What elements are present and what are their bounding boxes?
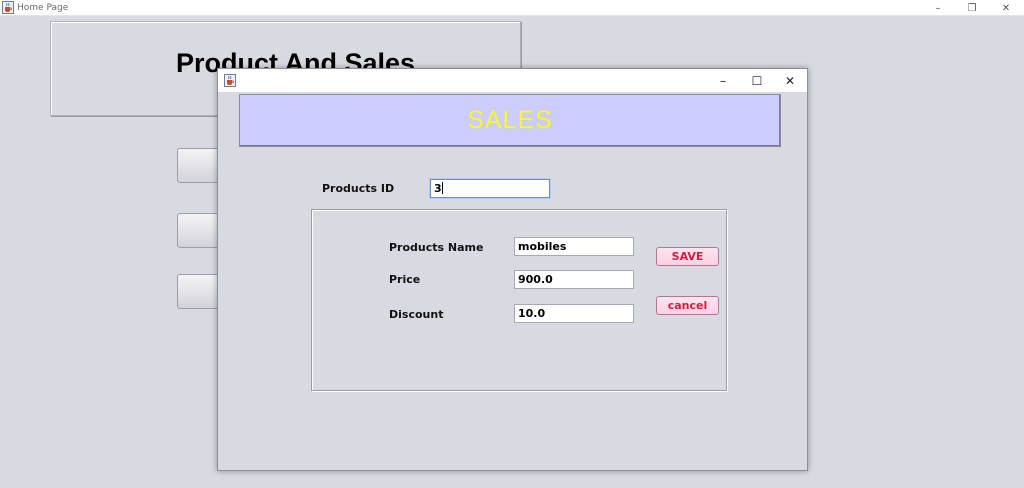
products-id-field[interactable]: 3 bbox=[430, 179, 550, 198]
dialog-maximize-button[interactable]: ☐ bbox=[740, 69, 774, 92]
text-caret bbox=[441, 182, 443, 194]
minimize-button[interactable]: – bbox=[923, 0, 953, 16]
price-label: Price bbox=[389, 273, 421, 286]
java-app-icon bbox=[224, 74, 236, 87]
restore-button[interactable]: ❐ bbox=[957, 0, 987, 16]
sales-dialog: – ☐ ✕ SALES Products ID 3 Products Name … bbox=[217, 68, 808, 471]
products-name-field[interactable]: mobiles bbox=[514, 237, 634, 256]
java-app-icon bbox=[2, 1, 14, 14]
discount-label: Discount bbox=[389, 308, 444, 321]
save-button[interactable]: SAVE bbox=[656, 247, 719, 266]
discount-field[interactable]: 10.0 bbox=[514, 304, 634, 323]
close-button[interactable]: ✕ bbox=[991, 0, 1021, 16]
sales-title: SALES bbox=[467, 106, 553, 134]
products-id-value: 3 bbox=[434, 182, 442, 195]
dialog-titlebar: – ☐ ✕ bbox=[218, 69, 807, 92]
cancel-button[interactable]: cancel bbox=[656, 296, 719, 315]
main-window-title: Home Page bbox=[17, 3, 69, 13]
main-window-titlebar: Home Page – ❐ ✕ bbox=[0, 0, 1024, 16]
sales-banner: SALES bbox=[239, 94, 781, 147]
products-id-label: Products ID bbox=[322, 182, 395, 195]
dialog-minimize-button[interactable]: – bbox=[706, 69, 740, 92]
products-name-label: Products Name bbox=[389, 241, 484, 254]
price-field[interactable]: 900.0 bbox=[514, 270, 634, 289]
dialog-close-button[interactable]: ✕ bbox=[773, 69, 807, 92]
